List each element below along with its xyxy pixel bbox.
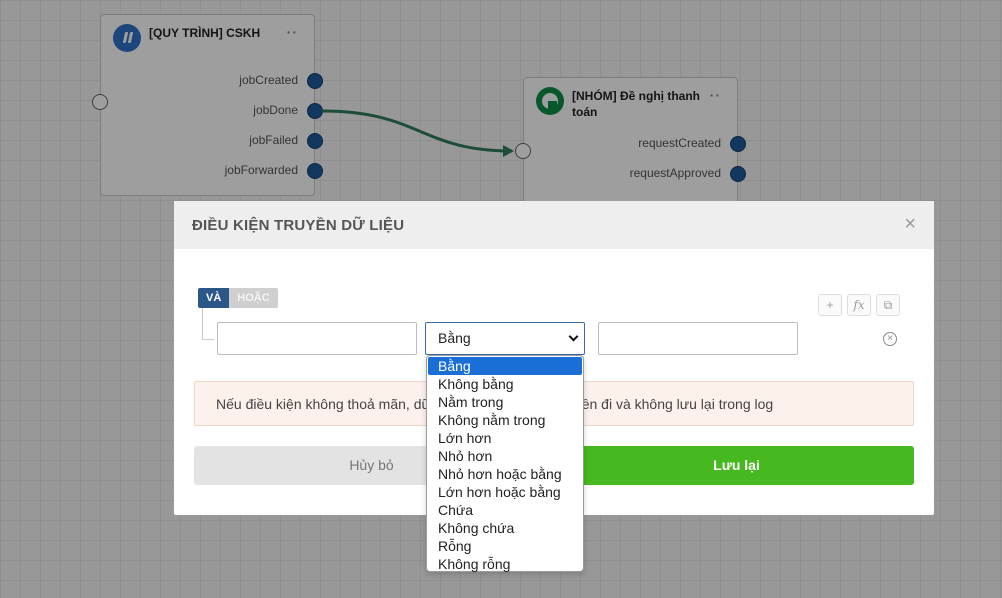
remove-condition-icon[interactable]: × [883, 332, 897, 346]
close-icon[interactable]: × [904, 213, 916, 235]
operator-select-value: Bằng [438, 330, 471, 346]
formula-icon[interactable]: fx [847, 294, 871, 316]
operator-option[interactable]: Lớn hơn [427, 429, 583, 447]
operator-option[interactable]: Bằng [428, 357, 582, 375]
condition-right-input[interactable] [598, 322, 798, 355]
chevron-down-icon [568, 331, 579, 342]
logic-and-button[interactable]: VÀ [198, 288, 230, 308]
operator-option[interactable]: Chứa [427, 501, 583, 519]
operator-option[interactable]: Không chứa [427, 519, 583, 537]
dialog-title: ĐIỀU KIỆN TRUYỀN DỮ LIỆU [192, 217, 405, 234]
operator-option[interactable]: Nằm trong [427, 393, 583, 411]
logic-or-button[interactable]: HOẶC [229, 288, 278, 308]
logic-toggle: VÀ HOẶC [198, 288, 278, 308]
copy-icon[interactable]: ⧉ [876, 294, 900, 316]
operator-option[interactable]: Không bằng [427, 375, 583, 393]
operator-option[interactable]: Nhỏ hơn hoặc bằng [427, 465, 583, 483]
operator-option[interactable]: Không rỗng [427, 555, 583, 573]
operator-select[interactable]: Bằng [425, 322, 585, 355]
save-button[interactable]: Lưu lại [559, 446, 914, 485]
operator-dropdown-list: Bằng Không bằng Nằm trong Không nằm tron… [426, 355, 584, 572]
operator-option[interactable]: Nhỏ hơn [427, 447, 583, 465]
add-condition-icon[interactable]: + [818, 294, 842, 316]
tree-connector [202, 308, 214, 340]
operator-option[interactable]: Lớn hơn hoặc bằng [427, 483, 583, 501]
operator-option[interactable]: Không nằm trong [427, 411, 583, 429]
dialog-header: ĐIỀU KIỆN TRUYỀN DỮ LIỆU × [174, 201, 934, 249]
condition-left-input[interactable] [217, 322, 417, 355]
operator-option[interactable]: Rỗng [427, 537, 583, 555]
